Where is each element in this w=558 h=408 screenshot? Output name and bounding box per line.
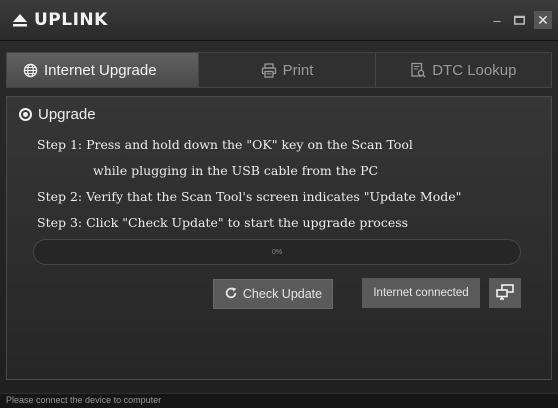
globe-icon (23, 63, 38, 78)
maximize-icon (513, 15, 525, 25)
refresh-icon (224, 286, 238, 303)
radio-button[interactable] (19, 108, 32, 121)
tab-label: Print (282, 61, 314, 79)
tab-label: DTC Lookup (432, 61, 517, 79)
tab-bar: Internet Upgrade Print DTC Lookup (6, 52, 552, 88)
check-update-label: Check Update (242, 287, 323, 301)
step-3-text: Step 3: Click "Check Update" to start th… (37, 215, 409, 230)
progress-percent: 0% (271, 248, 283, 256)
connection-status-label: Internet connected (373, 287, 469, 299)
close-button[interactable]: ✕ (534, 11, 552, 29)
app-title: UPLINK (34, 10, 108, 30)
tab-label: Internet Upgrade (44, 61, 157, 79)
upgrade-panel: Upgrade Step 1: Press and hold down the … (6, 96, 552, 380)
tab-print[interactable]: Print (199, 53, 376, 87)
instruction-steps: Step 1: Press and hold down the "OK" key… (37, 134, 461, 238)
network-button[interactable] (489, 278, 521, 308)
upgrade-radio[interactable]: Upgrade (19, 106, 96, 123)
upgrade-progress-bar: 0% (33, 239, 521, 265)
upgrade-label: Upgrade (38, 106, 96, 123)
printer-icon (261, 62, 277, 78)
step-1-continuation-text: while plugging in the USB cable from the… (93, 163, 379, 178)
app-window: UPLINK – ✕ Internet Upgrade Print DTC Lo… (0, 0, 558, 408)
window-controls: – ✕ (490, 11, 552, 29)
status-message: Please connect the device to computer (6, 395, 162, 405)
step-2-text: Step 2: Verify that the Scan Tool's scre… (37, 189, 462, 204)
tab-dtc-lookup[interactable]: DTC Lookup (376, 53, 551, 87)
title-bar[interactable]: UPLINK – ✕ (0, 0, 558, 41)
radio-selected-dot (23, 112, 28, 117)
eject-logo-icon (12, 12, 28, 28)
status-bar: Please connect the device to computer (0, 393, 558, 408)
maximize-button[interactable] (512, 13, 526, 27)
internet-status-button[interactable]: Internet connected (362, 278, 480, 308)
minimize-button[interactable]: – (490, 13, 504, 28)
network-computers-icon (496, 283, 514, 303)
brand: UPLINK (12, 9, 108, 31)
step-1-text: Step 1: Press and hold down the "OK" key… (37, 137, 413, 152)
document-search-icon (410, 62, 426, 78)
tab-internet-upgrade[interactable]: Internet Upgrade (7, 53, 200, 87)
check-update-button[interactable]: Check Update (213, 279, 333, 309)
